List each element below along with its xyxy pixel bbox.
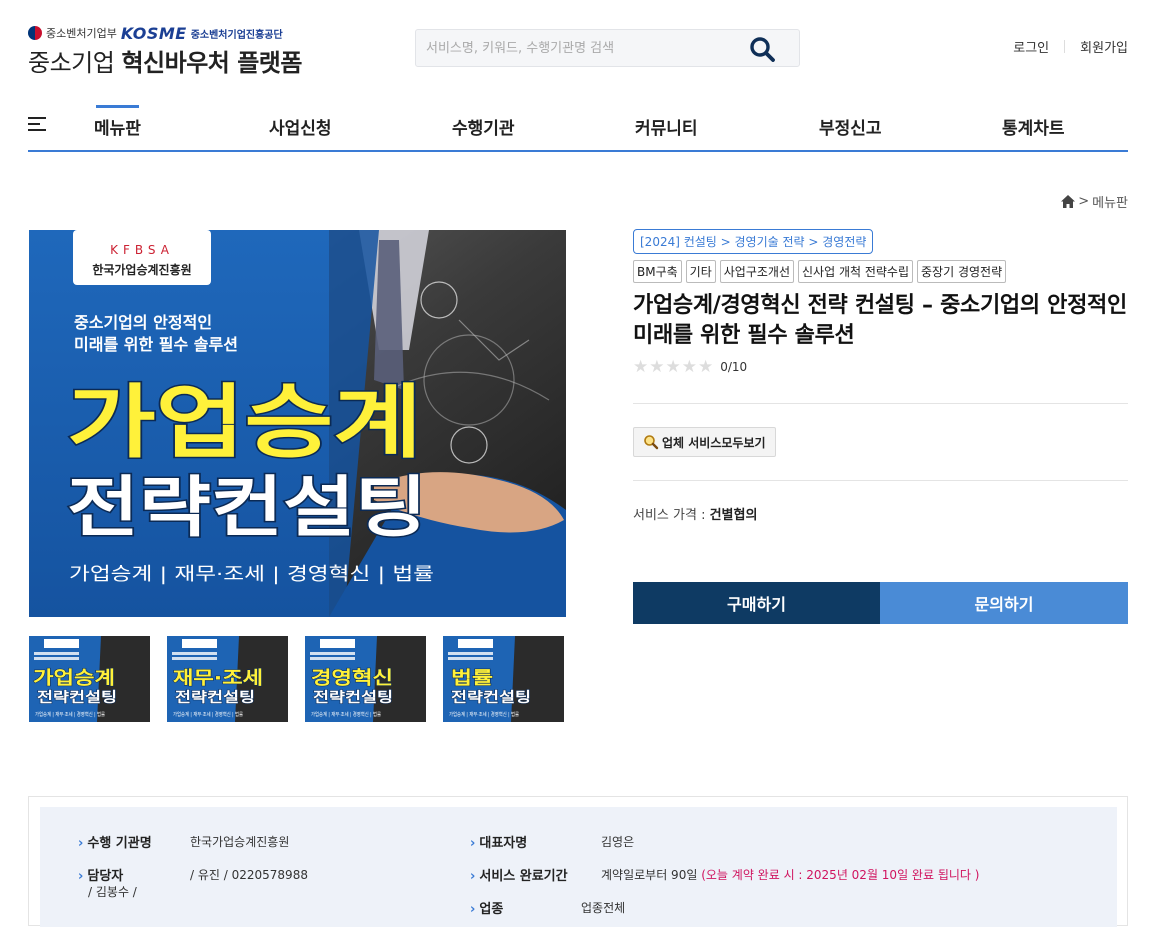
price-value: 건별협의	[709, 508, 758, 523]
banner-headline-white: 전략컨설팅	[67, 469, 427, 546]
divider	[1064, 40, 1066, 53]
nav-fraud-report[interactable]: 부정신고	[819, 114, 882, 139]
thumbnail-subtitle: 전략컨설팅	[451, 689, 531, 706]
rating-value: 0/10	[720, 360, 748, 374]
banner-sub1: 중소기업의 안정적인	[74, 313, 212, 332]
breadcrumb: > 메뉴판	[1061, 192, 1128, 211]
product-info: [2024] 컨설팅 > 경영기술 전략 > 경영전략 BM구축 기타 사업구조…	[633, 229, 1128, 624]
ceo-value: 김영은	[601, 835, 635, 849]
provider-details: 수행 기관명 한국가업승계진흥원 대표자명 김영은 담당자 / 김봉수 / / …	[28, 796, 1128, 927]
org-label: 수행 기관명	[78, 832, 151, 851]
thumbnail-caption: 가업승계 | 재무·조세 | 경영혁신 | 법률	[449, 711, 519, 718]
nav-statistics[interactable]: 통계차트	[1002, 114, 1065, 139]
kosme-logo: KOSME	[120, 23, 187, 43]
banner-sub2: 미래를 위한 필수 솔루션	[74, 335, 238, 354]
period-value: 계약일로부터 90일 (오늘 계약 완료 시 : 2025년 02월 10일 완…	[601, 866, 979, 883]
home-icon[interactable]	[1061, 195, 1076, 208]
magnifier-icon	[644, 435, 659, 450]
banner-bottom: 가업승계 | 재무·조세 | 경영혁신 | 법률	[69, 564, 434, 585]
menu-icon[interactable]	[28, 117, 46, 131]
inquiry-button[interactable]: 문의하기	[880, 582, 1128, 624]
thumbnail-title: 경영혁신	[311, 667, 393, 689]
site-header: 중소벤처기업부 KOSME 중소벤처기업진흥공단 중소기업 혁신바우처 플랫폼 …	[0, 0, 1169, 90]
nav-menu-board[interactable]: 메뉴판	[94, 105, 141, 139]
search-input[interactable]	[416, 30, 736, 66]
industry-value: 업종전체	[581, 901, 626, 915]
search-bar	[415, 29, 800, 67]
tag-item[interactable]: 중장기 경영전략	[917, 260, 1007, 283]
nav-business-apply[interactable]: 사업신청	[269, 114, 332, 139]
contact-value: / 유진 / 0220578988	[190, 868, 308, 882]
banner-headline-yellow: 가업승계	[67, 376, 422, 469]
thumbnail-image: 법률 전략컨설팅 가업승계 | 재무·조세 | 경영혁신 | 법률	[443, 636, 564, 722]
thumbnail-title: 재무·조세	[173, 668, 263, 689]
org-value: 한국가업승계진흥원	[190, 835, 290, 849]
org-name-text: 한국가업승계진흥원	[92, 262, 191, 277]
ceo-label: 대표자명	[470, 832, 527, 851]
thumbnail-image: 가업승계 전략컨설팅 가업승계 | 재무·조세 | 경영혁신 | 법률	[29, 636, 150, 722]
vendor-services-button[interactable]: 업체 서비스모두보기	[633, 427, 776, 457]
org-letters: KFBSA	[110, 243, 174, 257]
tag-item[interactable]: 기타	[685, 260, 716, 283]
thumbnail-subtitle: 전략컨설팅	[313, 689, 393, 706]
platform-prefix: 중소기업	[28, 49, 115, 77]
product-title: 가업승계/경영혁신 전략 컨설팅 – 중소기업의 안정적인 미래를 위한 필수 …	[633, 293, 1127, 348]
search-icon	[750, 37, 775, 62]
product-banner: KFBSA 한국가업승계진흥원 중소기업의 안정적인 미래를 위한 필수 솔루션…	[29, 230, 566, 617]
thumbnail-caption: 가업승계 | 재무·조세 | 경영혁신 | 법률	[173, 711, 243, 718]
thumbnail-4[interactable]: 법률 전략컨설팅 가업승계 | 재무·조세 | 경영혁신 | 법률	[443, 636, 564, 722]
price-label: 서비스 가격 :	[633, 508, 710, 523]
top-links: 로그인 회원가입	[1013, 37, 1128, 56]
vendor-services-label: 업체 서비스모두보기	[662, 435, 766, 450]
buy-button[interactable]: 구매하기	[633, 582, 880, 624]
platform-name: 중소기업 혁신바우처 플랫폼	[28, 43, 302, 78]
thumbnail-caption: 가업승계 | 재무·조세 | 경영혁신 | 법률	[311, 711, 381, 718]
government-emblem-icon	[28, 26, 42, 40]
contact-label: 담당자	[78, 865, 123, 884]
main-nav: 메뉴판 사업신청 수행기관 커뮤니티 부정신고 통계차트	[28, 90, 1128, 152]
breadcrumb-separator: >	[1078, 194, 1090, 209]
tag-item[interactable]: 신사업 개척 전략수립	[798, 260, 914, 283]
thumbnail-caption: 가업승계 | 재무·조세 | 경영혁신 | 법률	[35, 711, 105, 718]
thumbnail-title: 법률	[451, 668, 493, 689]
signup-link[interactable]: 회원가입	[1080, 37, 1128, 56]
tag-item[interactable]: BM구축	[633, 260, 682, 283]
nav-providers[interactable]: 수행기관	[452, 114, 515, 139]
divider	[633, 480, 1128, 481]
period-note: (오늘 계약 완료 시 : 2025년 02월 10일 완료 됩니다 )	[701, 868, 980, 882]
platform-bold: 혁신바우처 플랫폼	[121, 49, 302, 77]
logo-top-row: 중소벤처기업부 KOSME 중소벤처기업진흥공단	[28, 23, 302, 43]
thumbnail-3[interactable]: 경영혁신 전략컨설팅 가업승계 | 재무·조세 | 경영혁신 | 법률	[305, 636, 426, 722]
category-path[interactable]: [2024] 컨설팅 > 경영기술 전략 > 경영전략	[633, 229, 874, 254]
provider-details-panel: 수행 기관명 한국가업승계진흥원 대표자명 김영은 담당자 / 김봉수 / / …	[40, 807, 1117, 927]
period-label: 서비스 완료기간	[470, 865, 567, 884]
rating-stars-icon: ★★★★★	[633, 357, 715, 377]
thumbnail-image: 재무·조세 전략컨설팅 가업승계 | 재무·조세 | 경영혁신 | 법률	[167, 636, 288, 722]
service-price: 서비스 가격 : 건별협의	[633, 504, 757, 523]
thumbnail-title: 가업승계	[33, 668, 115, 689]
tag-item[interactable]: 사업구조개선	[719, 260, 795, 283]
thumbnail-subtitle: 전략컨설팅	[37, 689, 117, 706]
nav-community[interactable]: 커뮤니티	[635, 114, 698, 139]
thumbnail-subtitle: 전략컨설팅	[175, 689, 255, 706]
industry-label: 업종	[470, 898, 503, 917]
product-main-image: KFBSA 한국가업승계진흥원 중소기업의 안정적인 미래를 위한 필수 솔루션…	[29, 230, 566, 617]
agency-name: 중소벤처기업진흥공단	[190, 29, 283, 41]
login-link[interactable]: 로그인	[1013, 37, 1049, 56]
thumbnail-strip: 가업승계 전략컨설팅 가업승계 | 재무·조세 | 경영혁신 | 법률 재무·조…	[29, 636, 564, 722]
divider	[633, 403, 1128, 404]
rating: ★★★★★ 0/10	[633, 357, 1128, 377]
breadcrumb-current[interactable]: 메뉴판	[1092, 192, 1128, 211]
period-text: 계약일로부터 90일	[601, 868, 698, 882]
tag-list: BM구축 기타 사업구조개선 신사업 개척 전략수립 중장기 경영전략	[633, 260, 1128, 283]
thumbnail-image: 경영혁신 전략컨설팅 가업승계 | 재무·조세 | 경영혁신 | 법률	[305, 636, 426, 722]
contact-secondary: / 김봉수 /	[88, 885, 137, 899]
thumbnail-1[interactable]: 가업승계 전략컨설팅 가업승계 | 재무·조세 | 경영혁신 | 법률	[29, 636, 150, 722]
ministry-name: 중소벤처기업부	[46, 27, 117, 40]
site-logo[interactable]: 중소벤처기업부 KOSME 중소벤처기업진흥공단 중소기업 혁신바우처 플랫폼	[28, 24, 302, 78]
thumbnail-2[interactable]: 재무·조세 전략컨설팅 가업승계 | 재무·조세 | 경영혁신 | 법률	[167, 636, 288, 722]
search-button[interactable]	[749, 36, 777, 62]
